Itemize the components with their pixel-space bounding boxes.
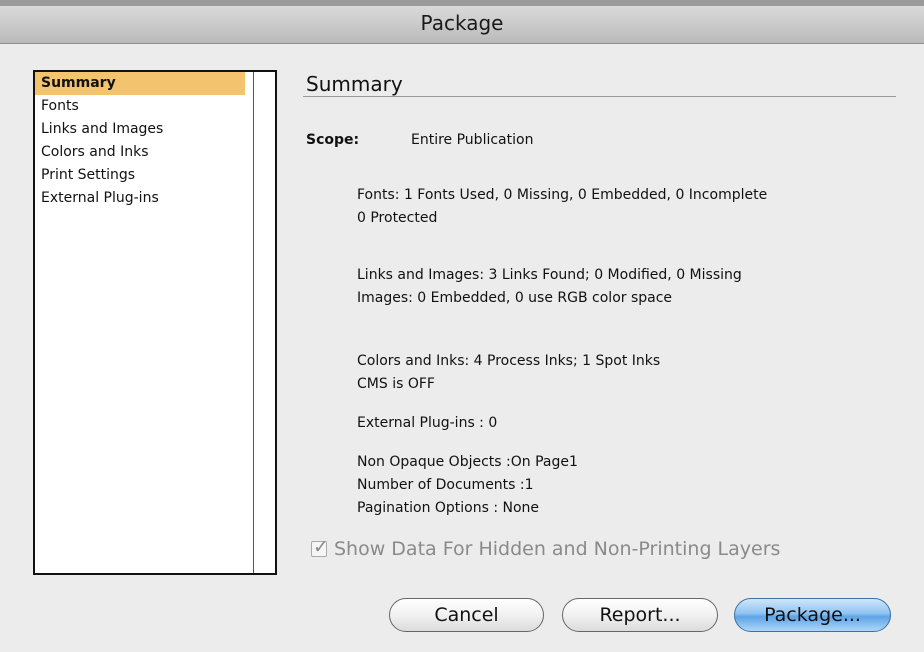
show-hidden-layers-option[interactable]: ✓ Show Data For Hidden and Non-Printing …: [311, 536, 780, 562]
cancel-button[interactable]: Cancel: [389, 598, 544, 632]
document-summary: Non Opaque Objects :On Page1 Number of D…: [357, 451, 578, 520]
checkmark-icon: ✓: [313, 536, 329, 558]
non-opaque-line: Non Opaque Objects :On Page1: [357, 454, 578, 470]
list-item-summary[interactable]: Summary: [35, 72, 245, 95]
title-bar-top-strip: [0, 0, 924, 6]
show-hidden-layers-checkbox[interactable]: ✓: [311, 536, 329, 558]
plugins-summary-line: External Plug-ins : 0: [357, 415, 498, 431]
list-item-fonts[interactable]: Fonts: [35, 95, 245, 118]
list-item-links-and-images[interactable]: Links and Images: [35, 118, 245, 141]
pagination-line: Pagination Options : None: [357, 500, 540, 516]
colors-summary-line: Colors and Inks: 4 Process Inks; 1 Spot …: [357, 353, 661, 369]
fonts-summary: Fonts: 1 Fonts Used, 0 Missing, 0 Embedd…: [357, 184, 767, 230]
title-bar: Package: [0, 0, 924, 44]
documents-count-line: Number of Documents :1: [357, 477, 534, 493]
show-hidden-layers-label: Show Data For Hidden and Non-Printing La…: [334, 538, 781, 560]
fonts-summary-line: Fonts: 1 Fonts Used, 0 Missing, 0 Embedd…: [357, 187, 768, 203]
section-divider: [303, 96, 896, 97]
report-button[interactable]: Report...: [562, 598, 718, 632]
images-summary-line: Images: 0 Embedded, 0 use RGB color spac…: [357, 290, 673, 306]
plugins-summary: External Plug-ins : 0: [357, 412, 497, 435]
cms-status-line: CMS is OFF: [357, 376, 435, 392]
category-list[interactable]: Summary Fonts Links and Images Colors an…: [33, 70, 277, 575]
scope-value: Entire Publication: [411, 132, 534, 148]
package-button[interactable]: Package...: [734, 598, 891, 632]
links-summary-line: Links and Images: 3 Links Found; 0 Modif…: [357, 267, 742, 283]
fonts-protected-line: 0 Protected: [357, 210, 438, 226]
list-item-colors-and-inks[interactable]: Colors and Inks: [35, 141, 245, 164]
section-title: Summary: [306, 72, 403, 96]
colors-summary: Colors and Inks: 4 Process Inks; 1 Spot …: [357, 350, 660, 396]
list-item-external-plug-ins[interactable]: External Plug-ins: [35, 187, 245, 210]
window-title: Package: [420, 11, 504, 35]
scope-label: Scope:: [306, 132, 360, 148]
links-summary: Links and Images: 3 Links Found; 0 Modif…: [357, 264, 742, 310]
list-scrollbar[interactable]: [253, 72, 275, 573]
list-item-print-settings[interactable]: Print Settings: [35, 164, 245, 187]
